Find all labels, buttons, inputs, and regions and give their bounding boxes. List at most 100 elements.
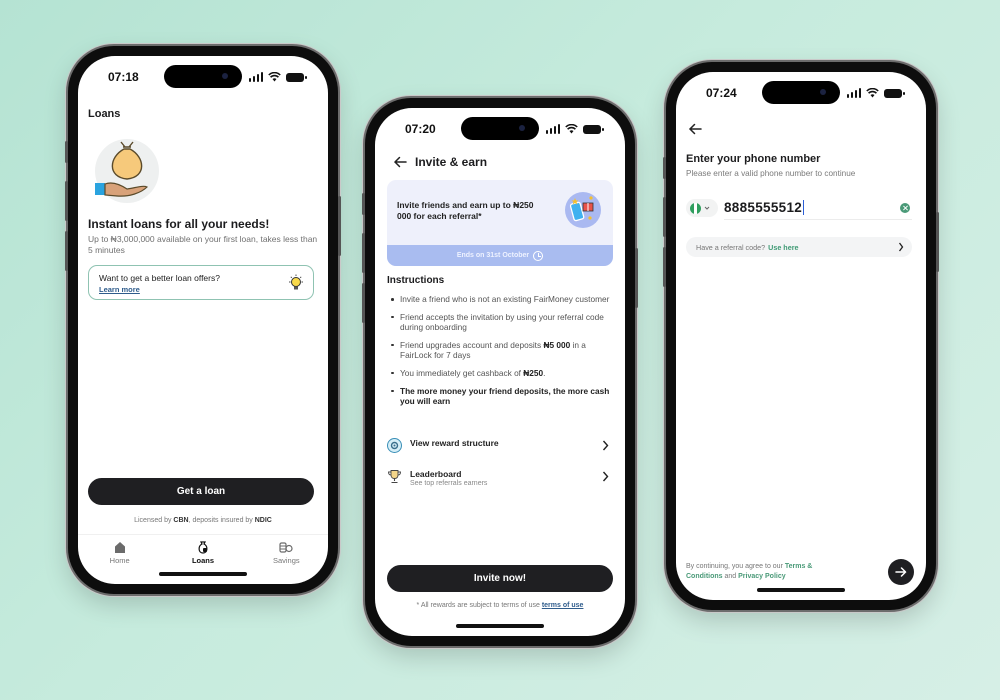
row-sublabel: See top referrals earners xyxy=(410,480,488,487)
status-time: 07:20 xyxy=(405,122,436,136)
gear-badge-icon xyxy=(387,438,402,453)
wifi-icon xyxy=(268,72,281,82)
tab-bar: Home Loans Savings xyxy=(78,534,328,576)
screen: 07:18 Loans Instant loans for all your n… xyxy=(78,56,328,584)
signal-icon xyxy=(846,88,861,98)
status-bar: 07:24 xyxy=(676,84,926,104)
volume-down-button xyxy=(663,247,666,287)
battery-icon xyxy=(286,73,307,82)
consent-text: By continuing, you agree to our Terms & … xyxy=(686,563,813,580)
privacy-policy-link[interactable]: Privacy Policy xyxy=(738,573,785,580)
invite-now-button[interactable]: Invite now! xyxy=(387,565,613,592)
referral-text: Have a referral code? xyxy=(696,242,766,252)
tab-loans[interactable]: Loans xyxy=(161,535,244,576)
mute-switch xyxy=(663,157,666,179)
row-label: Leaderboard xyxy=(410,469,462,479)
arrow-right-icon xyxy=(895,567,907,577)
back-arrow-icon[interactable] xyxy=(393,156,407,168)
volume-up-button xyxy=(663,197,666,237)
home-indicator xyxy=(757,588,845,592)
referral-code-row[interactable]: Have a referral code? Use here xyxy=(686,237,912,257)
wifi-icon xyxy=(565,124,578,134)
power-button xyxy=(338,196,341,256)
phone-number-value: 8885555512 xyxy=(724,200,803,215)
power-button xyxy=(936,212,939,272)
phone-loans: 07:18 Loans Instant loans for all your n… xyxy=(65,46,341,594)
phone-invite-earn: 07:20 Invite & earn Invite friends and e… xyxy=(362,98,638,646)
status-time: 07:24 xyxy=(706,86,737,100)
instruction-item: Friend upgrades account and deposits ₦5 … xyxy=(391,340,611,361)
volume-down-button xyxy=(362,283,365,323)
status-bar: 07:20 xyxy=(375,120,625,140)
volume-up-button xyxy=(65,181,68,221)
chevron-down-icon xyxy=(704,206,710,210)
volume-down-button xyxy=(65,231,68,271)
offer-text: Want to get a better loan offers? xyxy=(99,273,220,283)
loan-bag-icon xyxy=(198,541,208,554)
signal-icon xyxy=(248,72,263,82)
tab-label: Home xyxy=(109,556,130,565)
page-title: Enter your phone number xyxy=(686,153,821,165)
signal-icon xyxy=(545,124,560,134)
use-here-link[interactable]: Use here xyxy=(768,243,798,252)
mute-switch xyxy=(65,141,68,163)
instruction-item: Friend accepts the invitation by using y… xyxy=(391,312,611,333)
phone-gift-icon xyxy=(565,192,601,228)
tab-label: Savings xyxy=(272,556,300,565)
chevron-right-icon xyxy=(602,440,609,451)
screen: 07:24 Enter your phone number Please ent… xyxy=(676,72,926,600)
battery-icon xyxy=(884,89,905,98)
terms-note: * All rewards are subject to terms of us… xyxy=(416,602,584,609)
view-reward-structure-row[interactable]: View reward structure xyxy=(387,434,613,460)
trophy-icon xyxy=(388,470,401,484)
subtitle: Up to ₦3,000,000 available on your first… xyxy=(88,234,318,255)
savings-coins-icon xyxy=(279,542,293,553)
continue-button[interactable] xyxy=(888,559,914,585)
banner-text: Invite friends and earn up to ₦250 000 f… xyxy=(397,200,534,221)
instructions-heading: Instructions xyxy=(387,275,445,286)
screen: 07:20 Invite & earn Invite friends and e… xyxy=(375,108,625,636)
status-time: 07:18 xyxy=(108,70,139,84)
wifi-icon xyxy=(866,88,879,98)
leaderboard-row[interactable]: Leaderboard See top referrals earners xyxy=(387,465,613,491)
clock-icon xyxy=(533,250,544,261)
instructions-list: Invite a friend who is not an existing F… xyxy=(391,294,611,414)
phone-enter-number: 07:24 Enter your phone number Please ent… xyxy=(663,62,939,610)
referral-banner: Invite friends and earn up to ₦250 000 f… xyxy=(387,180,613,266)
home-indicator xyxy=(159,572,247,576)
instruction-item: The more money your friend deposits, the… xyxy=(391,386,611,407)
status-bar: 07:18 xyxy=(78,68,328,88)
home-icon xyxy=(114,542,125,553)
clear-input-icon[interactable] xyxy=(900,203,910,213)
license-text: Licensed by CBN, deposits insured by NDI… xyxy=(134,517,272,524)
subtitle: Please enter a valid phone number to con… xyxy=(686,169,856,178)
ends-date-bar: Ends on 31st October xyxy=(387,245,613,266)
money-bag-hand-icon xyxy=(95,139,159,203)
mute-switch xyxy=(362,193,365,215)
instruction-item: Invite a friend who is not an existing F… xyxy=(391,294,611,305)
phone-number-input[interactable]: 8885555512 xyxy=(724,196,912,220)
nigeria-flag-icon xyxy=(690,202,701,214)
headline: Instant loans for all your needs! xyxy=(88,217,270,231)
volume-up-button xyxy=(362,233,365,273)
chevron-right-icon xyxy=(898,242,904,252)
country-selector[interactable] xyxy=(686,199,718,217)
ends-date-text: Ends on 31st October xyxy=(456,252,530,259)
text-cursor xyxy=(803,200,805,215)
row-label: View reward structure xyxy=(410,438,499,448)
battery-icon xyxy=(583,125,604,134)
back-arrow-icon[interactable] xyxy=(688,123,702,135)
tab-savings[interactable]: Savings xyxy=(245,535,328,576)
instruction-item: You immediately get cashback of ₦250. xyxy=(391,368,611,379)
tab-home[interactable]: Home xyxy=(78,535,161,576)
get-loan-button[interactable]: Get a loan xyxy=(88,478,314,505)
lightbulb-icon xyxy=(288,274,304,292)
chevron-right-icon xyxy=(602,471,609,482)
learn-more-link[interactable]: Learn more xyxy=(99,285,140,294)
tab-label: Loans xyxy=(191,556,215,565)
power-button xyxy=(635,248,638,308)
terms-of-use-link[interactable]: terms of use xyxy=(542,602,584,609)
page-title: Loans xyxy=(88,108,121,120)
home-indicator xyxy=(456,624,544,628)
better-offers-card[interactable]: Want to get a better loan offers? Learn … xyxy=(88,265,314,300)
